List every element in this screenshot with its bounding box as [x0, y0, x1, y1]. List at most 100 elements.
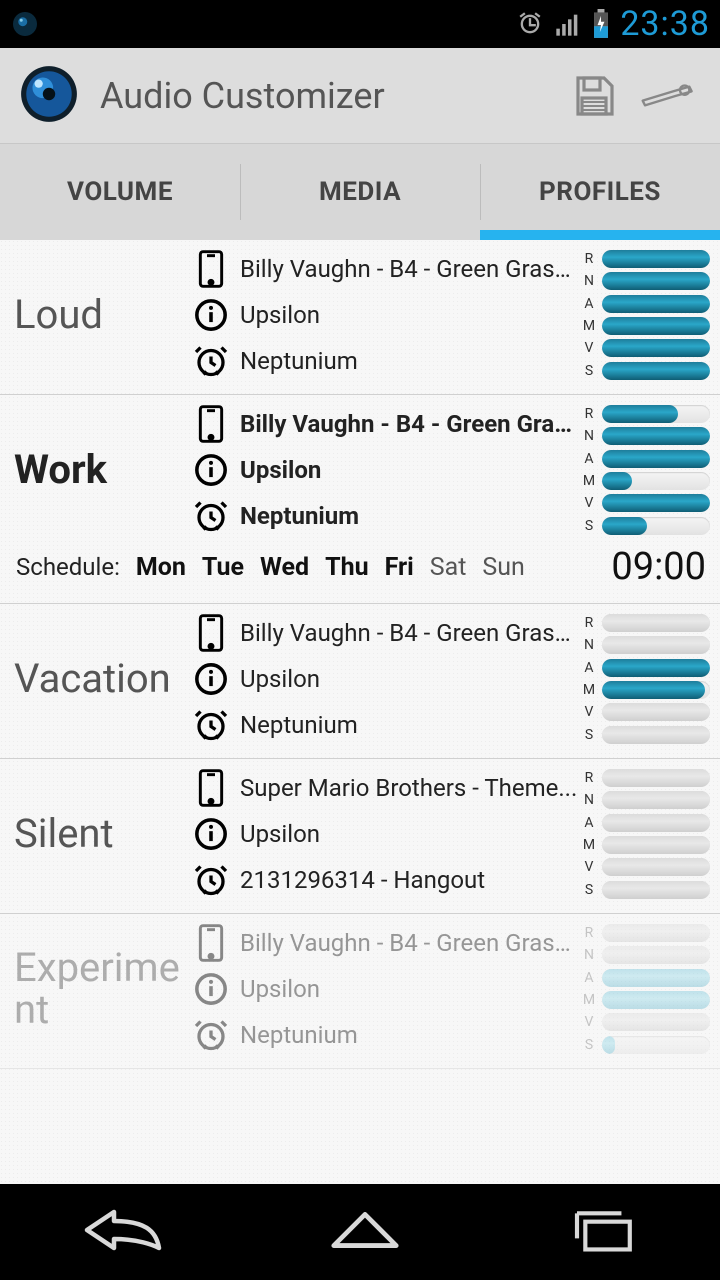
status-bar: 23:38 — [0, 0, 720, 48]
profile-item[interactable]: VacationBilly Vaughn - B4 - Green Grass.… — [0, 604, 720, 759]
schedule-day[interactable]: Mon — [136, 553, 186, 582]
slider-track[interactable] — [602, 991, 710, 1009]
slider-track[interactable] — [602, 946, 710, 964]
ringtone-icon — [192, 768, 230, 808]
notification-text: Upsilon — [240, 665, 578, 693]
alarm-text: 2131296314 - Hangout — [240, 866, 578, 894]
slider-track[interactable] — [602, 1013, 710, 1031]
slider-track[interactable] — [602, 362, 710, 380]
ringtone-text: Billy Vaughn - B4 - Green Grass... — [240, 255, 578, 283]
slider-track[interactable] — [602, 791, 710, 809]
slider-track[interactable] — [602, 726, 710, 744]
slider-label: A — [582, 971, 596, 985]
schedule-day[interactable]: Wed — [260, 553, 309, 582]
profile-item[interactable]: Loud Billy Vaughn - B4 - Green Grass... Up… — [0, 240, 720, 395]
battery-icon — [592, 9, 610, 39]
app-badge-icon — [10, 9, 40, 39]
slider-label: A — [582, 816, 596, 830]
slider-track[interactable] — [602, 636, 710, 654]
schedule-day[interactable]: Fri — [385, 553, 414, 582]
profile-name: Loud — [14, 246, 192, 384]
slider-label: N — [582, 274, 596, 288]
slider-track[interactable] — [602, 681, 710, 699]
tab-media[interactable]: MEDIA — [240, 144, 480, 240]
slider-track[interactable] — [602, 317, 710, 335]
notification-icon — [192, 298, 230, 332]
alarm-text: Neptunium — [240, 502, 578, 530]
slider-track[interactable] — [602, 614, 710, 632]
slider-label: V — [582, 860, 596, 874]
alarm-text: Neptunium — [240, 1021, 578, 1049]
settings-button[interactable] — [630, 75, 702, 117]
slider-track[interactable] — [602, 769, 710, 787]
tab-media-label: MEDIA — [319, 177, 401, 207]
slider-track[interactable] — [602, 881, 710, 899]
ringtone-icon — [192, 249, 230, 289]
schedule-row[interactable]: Schedule:MonTueWedThuFriSatSun09:00 — [14, 541, 710, 593]
alarm-text: Neptunium — [240, 711, 578, 739]
slider-track[interactable] — [602, 659, 710, 677]
slider-track[interactable] — [602, 472, 710, 490]
tab-profiles-label: PROFILES — [539, 177, 661, 207]
volume-sliders: RNAMVS — [582, 401, 710, 539]
volume-sliders: RNAMVS — [582, 765, 710, 903]
alarm-icon — [192, 498, 230, 534]
save-button[interactable] — [558, 72, 630, 120]
tab-bar: VOLUME MEDIA PROFILES — [0, 144, 720, 240]
tab-volume[interactable]: VOLUME — [0, 144, 240, 240]
home-button[interactable] — [325, 1205, 405, 1259]
slider-track[interactable] — [602, 339, 710, 357]
slider-track[interactable] — [602, 517, 710, 535]
notification-icon — [192, 453, 230, 487]
schedule-time[interactable]: 09:00 — [611, 545, 706, 589]
back-button[interactable] — [78, 1205, 168, 1259]
notification-text: Upsilon — [240, 975, 578, 1003]
alarm-icon — [192, 707, 230, 743]
ringtone-icon — [192, 613, 230, 653]
slider-track[interactable] — [602, 703, 710, 721]
slider-label: R — [582, 771, 596, 785]
slider-track[interactable] — [602, 969, 710, 987]
alarm-icon — [192, 343, 230, 379]
slider-track[interactable] — [602, 1036, 710, 1054]
slider-label: M — [582, 474, 596, 488]
profile-list[interactable]: Loud Billy Vaughn - B4 - Green Grass... Up… — [0, 240, 720, 1280]
slider-label: M — [582, 683, 596, 697]
schedule-day[interactable]: Sat — [430, 553, 467, 582]
alarm-status-icon — [516, 10, 544, 38]
notification-text: Upsilon — [240, 301, 578, 329]
profile-name: Work — [14, 401, 192, 539]
slider-track[interactable] — [602, 295, 710, 313]
slider-track[interactable] — [602, 836, 710, 854]
slider-track[interactable] — [602, 924, 710, 942]
slider-label: A — [582, 452, 596, 466]
recents-button[interactable] — [562, 1205, 642, 1259]
nav-bar — [0, 1184, 720, 1280]
volume-sliders: RNAMVS — [582, 920, 710, 1058]
slider-label: M — [582, 838, 596, 852]
alarm-icon — [192, 1017, 230, 1053]
schedule-day[interactable]: Sun — [482, 553, 524, 582]
tab-profiles[interactable]: PROFILES — [480, 144, 720, 240]
slider-track[interactable] — [602, 427, 710, 445]
schedule-day[interactable]: Thu — [325, 553, 369, 582]
slider-track[interactable] — [602, 272, 710, 290]
slider-track[interactable] — [602, 250, 710, 268]
schedule-day[interactable]: Tue — [202, 553, 244, 582]
slider-label: N — [582, 793, 596, 807]
profile-name: Silent — [14, 765, 192, 903]
signal-icon — [554, 10, 582, 38]
slider-label: R — [582, 252, 596, 266]
profile-item[interactable]: ExperimentBilly Vaughn - B4 - Green Gras… — [0, 914, 720, 1069]
slider-label: M — [582, 993, 596, 1007]
ringtone-text: Super Mario Brothers - Theme... — [240, 774, 578, 802]
slider-track[interactable] — [602, 858, 710, 876]
slider-track[interactable] — [602, 494, 710, 512]
profile-item[interactable]: WorkBilly Vaughn - B4 - Green Grass...Up… — [0, 395, 720, 604]
slider-label: S — [582, 1038, 596, 1052]
ringtone-icon — [192, 923, 230, 963]
slider-track[interactable] — [602, 450, 710, 468]
slider-track[interactable] — [602, 814, 710, 832]
profile-item[interactable]: SilentSuper Mario Brothers - Theme...Ups… — [0, 759, 720, 914]
slider-track[interactable] — [602, 405, 710, 423]
